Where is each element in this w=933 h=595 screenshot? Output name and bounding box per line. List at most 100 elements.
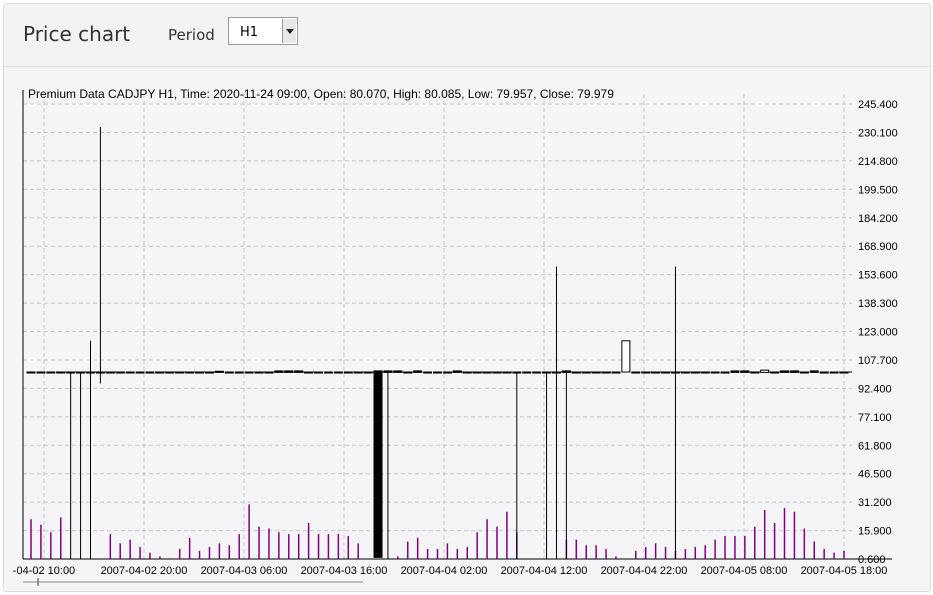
y-tick-label: 92.400	[858, 383, 892, 395]
candle-body	[125, 371, 135, 374]
candle-body	[105, 371, 115, 374]
candle	[36, 371, 46, 374]
candle	[571, 371, 581, 374]
candle	[314, 371, 324, 374]
candle-body	[690, 371, 700, 374]
candle-body	[720, 371, 730, 374]
candle	[839, 371, 849, 374]
candle	[581, 371, 591, 374]
x-tick-label: 2007-04-03 16:00	[301, 565, 388, 577]
candle	[770, 371, 780, 374]
y-tick-label: 214.800	[858, 156, 898, 168]
candle-body	[680, 371, 690, 374]
candle	[26, 371, 36, 374]
candle	[76, 371, 86, 559]
candle	[591, 371, 601, 374]
y-tick-label: 15.900	[858, 526, 892, 538]
candle-body	[314, 371, 324, 374]
period-selected-value: H1	[240, 25, 259, 40]
candle-body	[403, 371, 413, 374]
candle-body	[462, 371, 472, 374]
candle	[284, 370, 294, 373]
candle-body	[472, 371, 482, 374]
candle-body	[393, 370, 403, 373]
candle-body	[819, 371, 829, 374]
candle-body	[433, 371, 442, 374]
x-tick-label: 2007-04-04 12:00	[501, 565, 588, 577]
candle	[353, 371, 363, 374]
candle-body	[780, 370, 790, 373]
x-tick-label: -04-02 10:00	[13, 565, 75, 577]
chart-title: Premium Data CADJPY H1, Time: 2020-11-24…	[28, 87, 614, 101]
candle	[690, 371, 700, 374]
price-chart-panel: Price chart Period H1 245.400 230.100 214.…	[3, 3, 931, 592]
candle-body	[631, 371, 641, 374]
candle	[423, 371, 433, 374]
candle-body	[115, 371, 125, 374]
candle-body	[809, 370, 819, 373]
candle	[294, 370, 304, 373]
candle-body	[85, 371, 95, 374]
candle	[46, 371, 56, 374]
candle-body	[700, 371, 710, 374]
chevron-down-icon[interactable]	[282, 19, 296, 43]
candle	[185, 371, 195, 374]
candle	[621, 340, 631, 373]
candle	[393, 370, 403, 373]
candle	[264, 371, 274, 374]
candle	[789, 370, 799, 373]
candle	[234, 371, 244, 374]
candle	[611, 371, 621, 374]
candle-body	[561, 370, 571, 373]
candle-body	[224, 371, 234, 374]
panel-title: Price chart	[23, 22, 131, 46]
candle	[413, 370, 423, 373]
candle	[333, 371, 343, 374]
candle	[651, 371, 661, 374]
candle-body	[234, 371, 244, 374]
x-tick-label: 2007-04-03 06:00	[201, 565, 288, 577]
candle-body	[492, 371, 502, 374]
candle	[85, 340, 95, 559]
y-tick-label: 77.100	[858, 412, 892, 424]
candle	[125, 371, 135, 374]
candle	[502, 371, 512, 374]
candle-body	[760, 369, 770, 373]
candle	[710, 371, 720, 374]
candle-body	[551, 371, 561, 374]
candle	[472, 371, 482, 374]
candle	[363, 371, 373, 374]
candle	[95, 127, 105, 384]
candlestick-chart: 245.400 230.100 214.800 199.500 184.200 168.9…	[13, 87, 898, 586]
candle	[720, 371, 730, 374]
candle-body	[532, 371, 542, 374]
candle	[670, 266, 680, 559]
candle	[373, 370, 383, 558]
period-select[interactable]: H1	[228, 17, 298, 45]
x-tick-label: 2007-04-04 22:00	[601, 565, 688, 577]
candle-body	[26, 371, 36, 374]
y-tick-label: 107.700	[858, 355, 898, 367]
candle	[750, 371, 760, 374]
candle-body	[670, 371, 680, 374]
candle-body	[284, 370, 294, 373]
candle-body	[789, 370, 799, 373]
candle	[819, 371, 829, 374]
candle-body	[175, 371, 185, 374]
x-tick-label: 2007-04-02 20:00	[101, 565, 188, 577]
candle-body	[601, 371, 611, 374]
candle-body	[204, 371, 214, 374]
candle	[740, 370, 750, 373]
candle	[551, 266, 561, 559]
candle-body	[512, 371, 522, 374]
candle-body	[740, 370, 750, 373]
y-tick-label: 31.200	[858, 497, 892, 509]
x-tick-label: 2007-04-05 08:00	[701, 565, 788, 577]
candle	[323, 371, 333, 374]
candle	[155, 371, 165, 374]
candle-body	[155, 371, 165, 374]
candle-body	[829, 371, 839, 374]
candle	[631, 371, 641, 374]
candle-body	[502, 371, 512, 374]
candle	[760, 369, 770, 373]
